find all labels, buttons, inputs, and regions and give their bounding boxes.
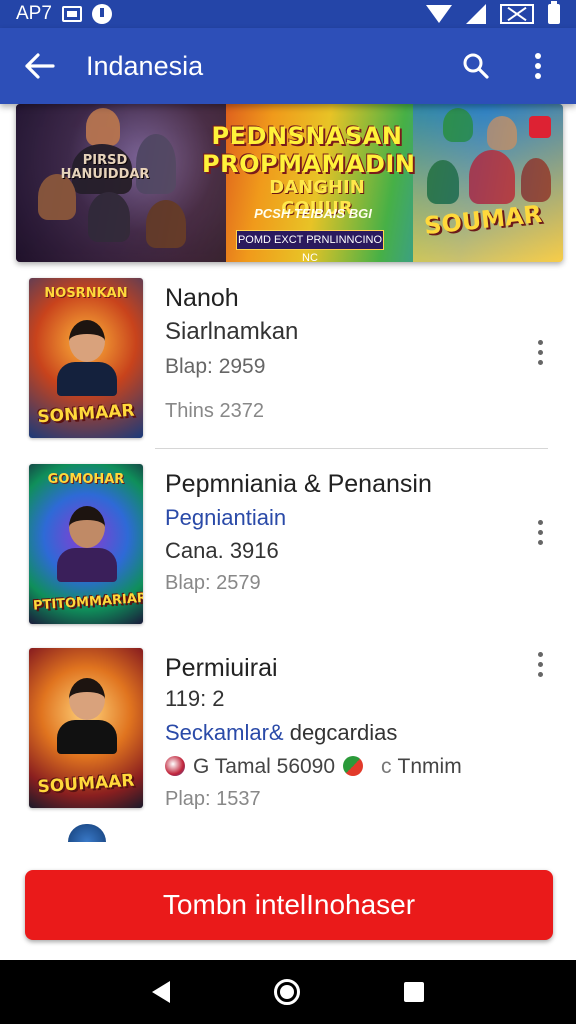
nav-home-icon[interactable] (274, 979, 300, 1005)
back-button[interactable] (16, 42, 64, 90)
search-button[interactable] (454, 44, 498, 88)
banner-left-artwork: PIRSD HANUIDDAR (16, 104, 226, 262)
banner-title: PEDNSNASAN PROPMAMADIN (202, 122, 416, 178)
item-category: Pegniantiain (165, 505, 287, 530)
item-meta-secondary: Thins 2372 (165, 400, 264, 422)
no-sim-icon (500, 4, 534, 24)
overflow-menu-button[interactable] (516, 44, 560, 88)
thumbnail-title: NOSRNKAN (44, 286, 128, 301)
item-category-rest: degcardias (283, 720, 398, 745)
banner-tagline: PCSH TEIBAIS BGI (254, 206, 372, 221)
notification-icon (91, 4, 112, 24)
page-title: Indanesia (86, 50, 204, 81)
more-vert-icon (535, 53, 541, 79)
item-title: Nanoh (165, 284, 239, 312)
item-category: Seckamlar& (165, 720, 284, 745)
status-carrier-text: AP7 (16, 3, 52, 24)
item-meta: Cana. 3916 (165, 538, 279, 563)
screen: AP7 Indanesia PIRSD HANUIDDAR PEDNSNASAN… (0, 0, 576, 1024)
item-flags-row: G Tamal 56090 c Tnmim (165, 752, 536, 782)
item-meta: Blap: 2959 (165, 355, 266, 378)
banner-badge-icon (529, 116, 551, 138)
wifi-icon (426, 5, 452, 23)
list-item[interactable]: SOUMAAR Permiuirai 119: 2 Seckamlar& deg… (0, 634, 576, 842)
thumbnail-logo: SOUMAAR (36, 770, 135, 798)
item-flag-text: G Tamal 56090 (193, 755, 336, 778)
status-bar: AP7 (0, 0, 576, 28)
bottom-action-area: Tombn intelInohaser (0, 848, 576, 960)
promo-banner[interactable]: PIRSD HANUIDDAR PEDNSNASAN PROPMAMADIN D… (16, 104, 563, 262)
nav-recent-icon[interactable] (404, 982, 424, 1002)
thumbnail-title: GOMOHAR (47, 472, 125, 487)
item-more-button[interactable] (528, 644, 552, 684)
list-item[interactable]: NOSRNKAN SONMAAR Nanoh Siarlnamkan Blap:… (0, 262, 576, 449)
item-meta: Plap: 1537 (165, 788, 261, 810)
content-list: NOSRNKAN SONMAAR Nanoh Siarlnamkan Blap:… (0, 262, 576, 842)
item-episode: 119: 2 (165, 686, 225, 711)
item-title: Permiuirai (165, 654, 278, 682)
thumbnail-logo: PTITOMMARIAR (32, 590, 143, 614)
banner-poster-text: PIRSD HANUIDDAR (60, 153, 150, 182)
search-icon (463, 53, 489, 79)
flag-icon (343, 756, 364, 776)
item-more-button[interactable] (528, 332, 552, 372)
globe-icon (68, 824, 106, 842)
thumbnail-logo: SONMAAR (36, 400, 136, 428)
item-flag-mark: c (381, 755, 392, 778)
arrow-left-icon (25, 53, 55, 79)
item-subtitle: Siarlnamkan (165, 318, 299, 345)
item-thumbnail: GOMOHAR PTITOMMARIAR (29, 464, 143, 624)
app-bar: Indanesia (0, 28, 576, 104)
primary-action-button[interactable]: Tombn intelInohaser (25, 870, 553, 940)
battery-icon (548, 1, 560, 24)
banner-strip: POMD EXCT PRNLINNCINO NC (236, 230, 384, 262)
signal-icon (466, 4, 486, 24)
nav-back-icon[interactable] (152, 981, 170, 1003)
item-thumbnail: NOSRNKAN SONMAAR (29, 278, 143, 438)
list-item[interactable]: GOMOHAR PTITOMMARIAR Pepmniania & Penans… (0, 448, 576, 634)
item-flag-text-2: Tnmim (397, 755, 462, 778)
item-meta-secondary: Blap: 2579 (165, 572, 261, 594)
item-more-button[interactable] (528, 512, 552, 552)
flag-icon (165, 756, 185, 776)
system-nav-bar (0, 960, 576, 1024)
image-icon (61, 6, 82, 22)
item-title: Pepmniania & Penansin (165, 470, 432, 498)
item-thumbnail: SOUMAAR (29, 648, 143, 808)
